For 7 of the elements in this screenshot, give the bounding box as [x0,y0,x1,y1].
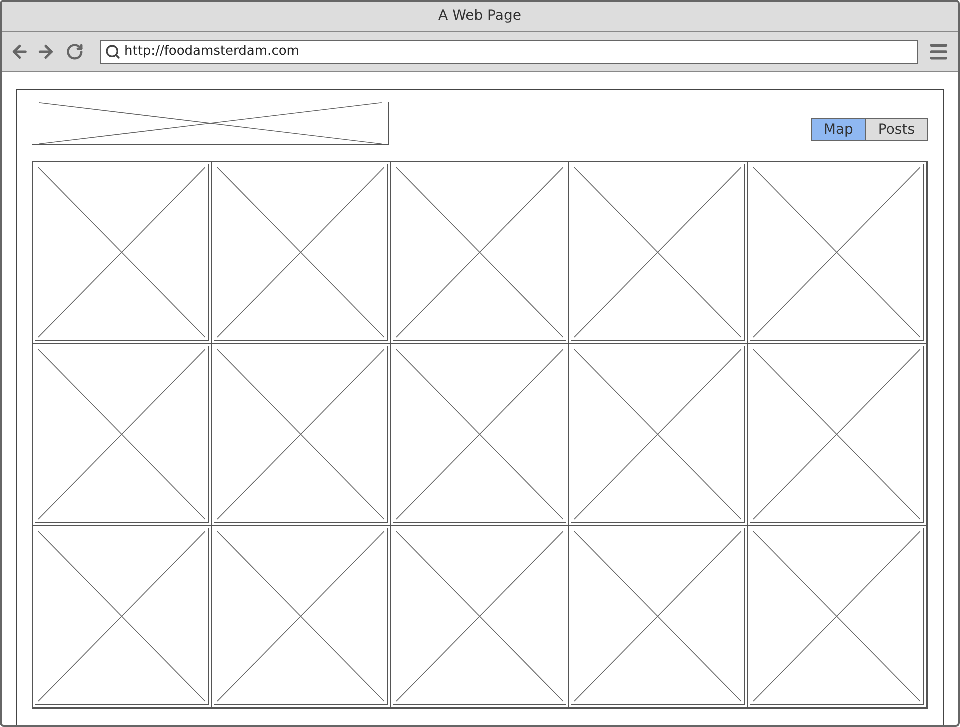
tab[interactable]: Posts [865,119,927,140]
address-field[interactable]: http://foodamsterdam.com [100,40,918,64]
reload-icon[interactable] [66,42,84,60]
window-title: A Web Page [438,7,522,26]
tab[interactable]: Map [812,119,866,140]
address-text: http://foodamsterdam.com [124,42,300,61]
search-icon [104,44,120,60]
